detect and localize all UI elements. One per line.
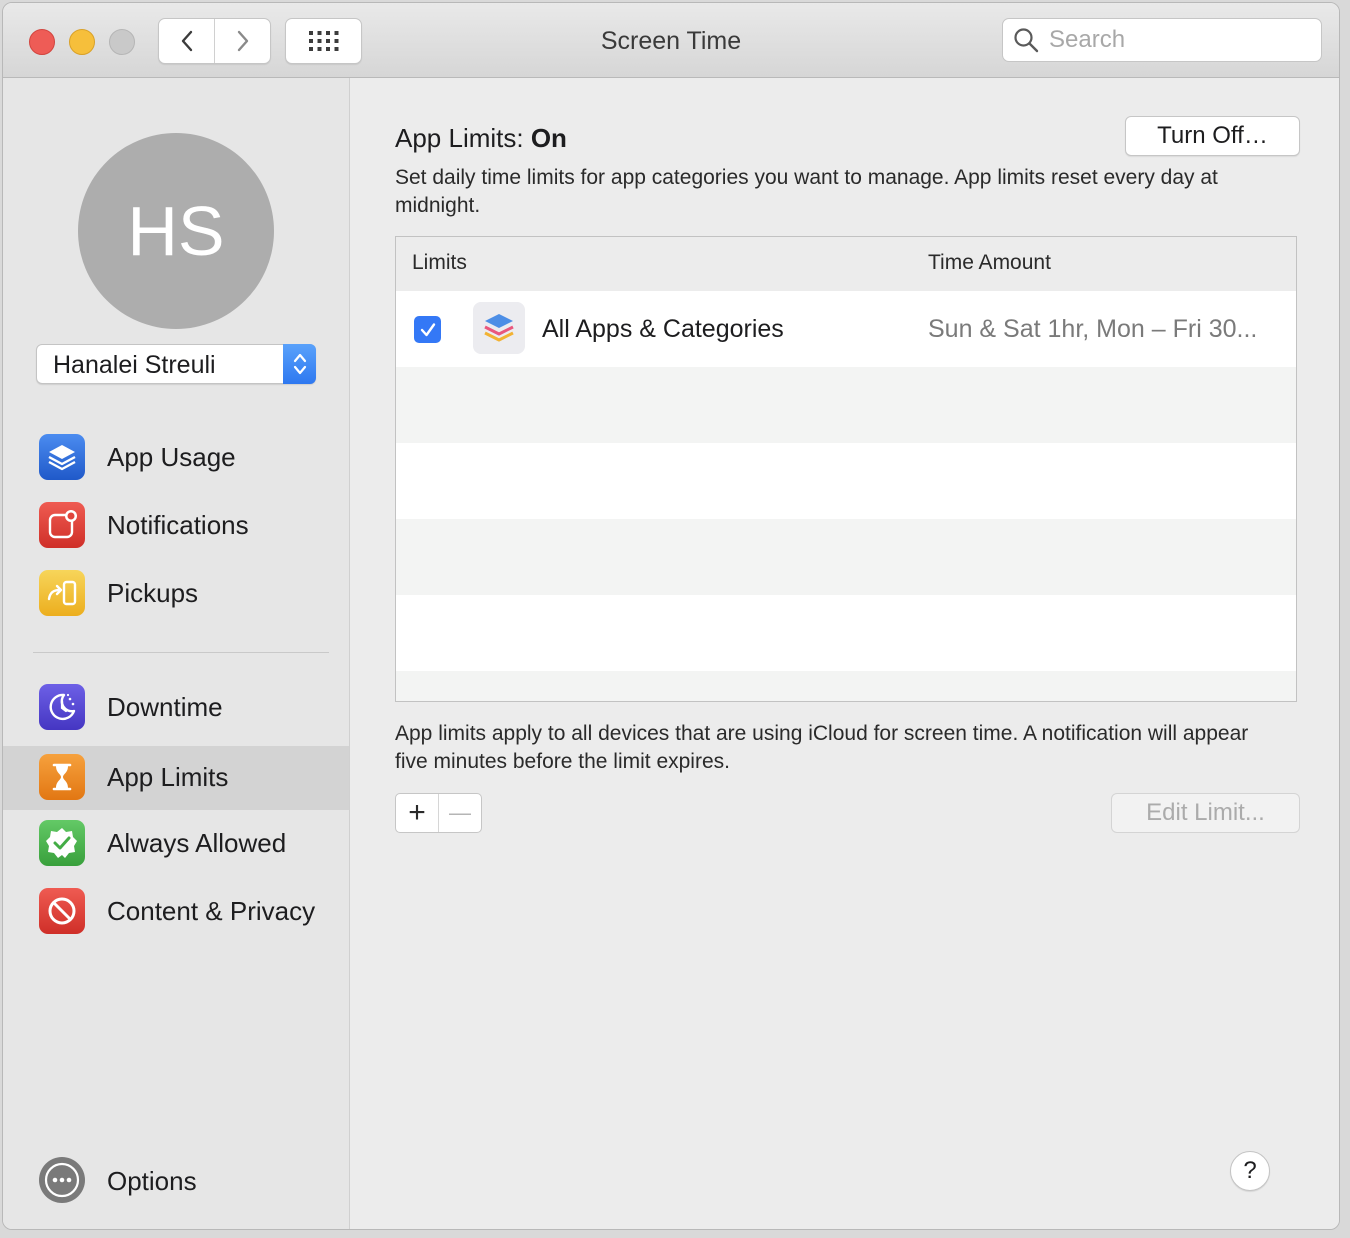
turn-off-button[interactable]: Turn Off… <box>1125 116 1300 156</box>
sidebar-item-label: Notifications <box>107 510 249 540</box>
app-limits-panel: App Limits: On Turn Off… Set daily time … <box>350 78 1339 1229</box>
all-apps-categories-icon <box>473 302 525 354</box>
sidebar-item-app-usage[interactable]: App Usage <box>3 426 349 490</box>
table-header: Limits Time Amount <box>396 237 1296 292</box>
sidebar-item-downtime[interactable]: Downtime <box>3 676 349 740</box>
search-icon <box>1014 28 1039 53</box>
more-options-icon[interactable] <box>39 1157 85 1203</box>
footnote-text: App limits apply to all devices that are… <box>395 722 1249 773</box>
add-limit-button[interactable]: + <box>396 794 438 832</box>
search-field[interactable] <box>1002 18 1322 62</box>
remove-limit-button[interactable]: — <box>438 794 481 832</box>
sidebar-item-pickups[interactable]: Pickups <box>3 562 349 626</box>
no-entry-icon <box>39 888 85 934</box>
limit-enabled-checkbox[interactable] <box>414 316 441 343</box>
popup-arrows-icon <box>283 344 316 384</box>
limit-time-amount: Sun & Sat 1hr, Mon – Fri 30... <box>928 315 1258 343</box>
user-select[interactable]: Hanalei Streuli <box>36 344 316 384</box>
sidebar-item-label: Downtime <box>107 692 223 722</box>
screen-time-window: Screen Time HS Hanalei Streuli App Usage… <box>2 2 1340 1230</box>
title-bar: Screen Time <box>3 3 1339 78</box>
pickup-phone-icon <box>39 570 85 616</box>
sidebar-item-label: Content & Privacy <box>107 896 316 926</box>
empty-row <box>396 367 1296 443</box>
sidebar-item-always-allowed[interactable]: Always Allowed <box>3 812 349 876</box>
edit-limit-button[interactable]: Edit Limit... <box>1111 793 1300 833</box>
table-row[interactable]: All Apps & Categories Sun & Sat 1hr, Mon… <box>396 291 1296 367</box>
moon-clock-icon <box>39 684 85 730</box>
heading-status: On <box>530 123 567 153</box>
hourglass-icon <box>39 754 85 800</box>
column-header-limits[interactable]: Limits <box>412 251 467 275</box>
column-header-time-amount[interactable]: Time Amount <box>928 251 1051 275</box>
sidebar-item-content-privacy[interactable]: Content & Privacy <box>3 880 349 944</box>
heading-label: App Limits: <box>395 123 531 153</box>
help-button[interactable]: ? <box>1230 1151 1270 1191</box>
sidebar-item-label: App Limits <box>107 762 229 792</box>
checkmark-icon <box>420 322 435 336</box>
empty-row <box>396 519 1296 595</box>
sidebar-divider <box>33 652 329 653</box>
user-name: Hanalei Streuli <box>53 351 216 379</box>
empty-row <box>396 595 1296 671</box>
minus-icon: — <box>449 800 471 825</box>
plus-icon: + <box>408 796 426 829</box>
limit-name: All Apps & Categories <box>542 315 784 343</box>
sidebar-item-notifications[interactable]: Notifications <box>3 494 349 558</box>
add-remove-control: + — <box>395 793 482 833</box>
limits-table: Limits Time Amount All Apps & Categories… <box>395 236 1297 702</box>
sidebar-item-label: App Usage <box>107 442 236 472</box>
notification-badge-icon <box>39 502 85 548</box>
empty-row <box>396 443 1296 519</box>
sidebar-item-options[interactable]: Options <box>107 1166 197 1197</box>
sidebar: HS Hanalei Streuli App Usage Notificatio… <box>3 78 350 1229</box>
description-text: Set daily time limits for app categories… <box>395 166 1218 217</box>
sidebar-item-app-limits[interactable]: App Limits <box>3 746 349 810</box>
checkmark-seal-icon <box>39 820 85 866</box>
search-input[interactable] <box>1047 25 1311 55</box>
layers-icon <box>39 434 85 480</box>
sidebar-item-label: Always Allowed <box>107 828 287 858</box>
avatar: HS <box>78 133 274 329</box>
page-title: App Limits: On <box>395 123 567 154</box>
sidebar-item-label: Pickups <box>107 578 199 608</box>
